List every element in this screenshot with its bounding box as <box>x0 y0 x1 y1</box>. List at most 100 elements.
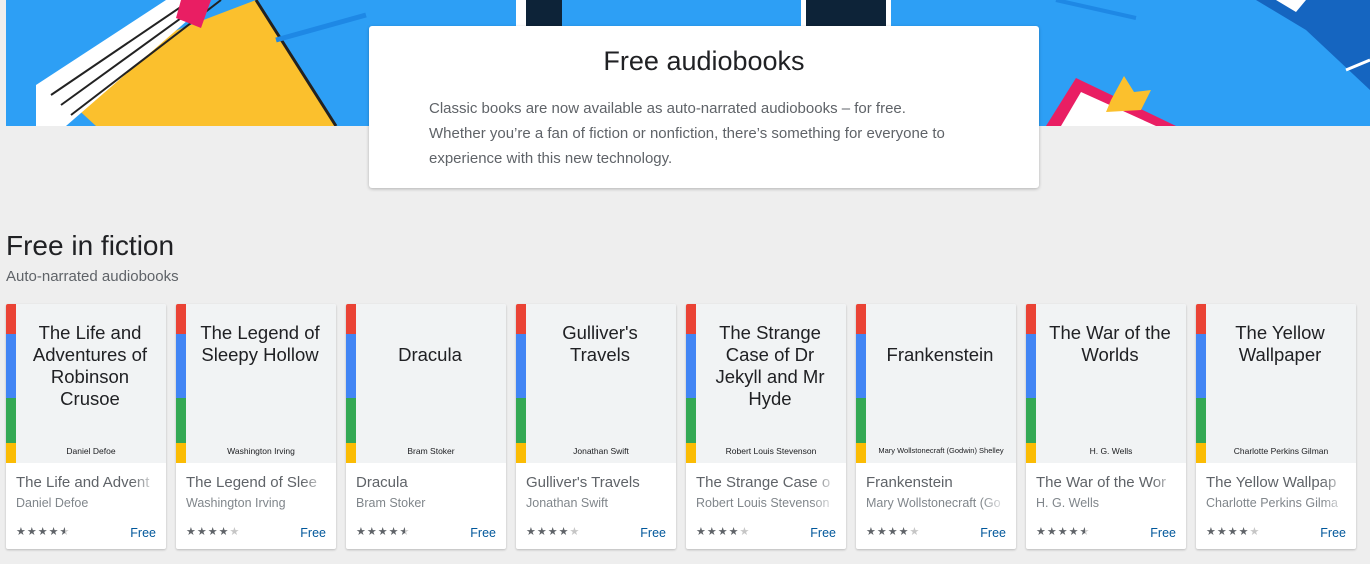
price-label: Free <box>300 526 326 540</box>
book-card[interactable]: The Yellow Wallpaper Charlotte Perkins G… <box>1196 304 1356 549</box>
star-rating: ★★★★★ <box>356 525 410 538</box>
cover-spine <box>686 304 696 463</box>
cover-spine <box>346 304 356 463</box>
book-title[interactable]: The Yellow Wallpap <box>1206 474 1348 491</box>
book-cover[interactable]: The Yellow Wallpaper Charlotte Perkins G… <box>1196 304 1356 463</box>
star-icon: ★ <box>706 526 718 538</box>
star-icon: ★ <box>717 526 729 538</box>
cover-title: The Strange Case of Dr Jekyll and Mr Hyd… <box>715 322 825 409</box>
intro-line: experience with this new technology. <box>429 150 673 167</box>
book-cover[interactable]: Gulliver's Travels Jonathan Swift <box>516 304 676 463</box>
cover-author: Daniel Defoe <box>66 446 116 456</box>
book-title[interactable]: Gulliver's Travels <box>526 474 668 491</box>
star-icon: ★ <box>526 526 537 538</box>
star-icon: ★ <box>1249 526 1261 538</box>
star-icon: ★ <box>366 526 378 538</box>
intro-line: Classic books are now available as auto-… <box>429 100 906 117</box>
star-icon: ★ <box>399 526 411 538</box>
cover-spine <box>1026 304 1036 463</box>
star-icon: ★ <box>196 526 208 538</box>
star-icon: ★ <box>218 526 230 538</box>
star-icon: ★ <box>569 526 581 538</box>
book-author[interactable]: Washington Irving <box>186 496 328 510</box>
star-icon: ★ <box>186 526 197 538</box>
star-icon: ★ <box>536 526 548 538</box>
book-title[interactable]: The Strange Case o <box>696 474 838 491</box>
star-icon: ★ <box>26 526 38 538</box>
book-cover[interactable]: Frankenstein Mary Wollstonecraft (Godwin… <box>856 304 1016 463</box>
star-icon: ★ <box>1206 526 1217 538</box>
intro-description: Classic books are now available as auto-… <box>429 96 979 171</box>
book-card[interactable]: The Legend of Sleepy Hollow Washington I… <box>176 304 336 549</box>
book-card[interactable]: The Life and Adventures of Robinson Crus… <box>6 304 166 549</box>
book-title[interactable]: Frankenstein <box>866 474 1008 491</box>
book-card[interactable]: Frankenstein Mary Wollstonecraft (Godwin… <box>856 304 1016 549</box>
star-icon: ★ <box>377 526 389 538</box>
star-icon: ★ <box>1227 526 1239 538</box>
book-card[interactable]: The Strange Case of Dr Jekyll and Mr Hyd… <box>686 304 846 549</box>
star-icon: ★ <box>728 526 740 538</box>
book-cover[interactable]: Dracula Bram Stoker <box>346 304 506 463</box>
star-icon: ★ <box>876 526 888 538</box>
book-card[interactable]: Gulliver's Travels Jonathan Swift Gulliv… <box>516 304 676 549</box>
cover-spine <box>516 304 526 463</box>
cover-author: Bram Stoker <box>407 446 455 456</box>
cover-author: H. G. Wells <box>1089 446 1133 456</box>
star-icon: ★ <box>1068 526 1080 538</box>
star-rating: ★★★★★ <box>186 525 240 538</box>
cover-author: Charlotte Perkins Gilman <box>1233 446 1329 456</box>
cover-author: Mary Wollstonecraft (Godwin) Shelley <box>878 446 1004 455</box>
book-cover[interactable]: The Strange Case of Dr Jekyll and Mr Hyd… <box>686 304 846 463</box>
star-rating: ★★★★★ <box>866 525 920 538</box>
book-cover[interactable]: The Legend of Sleepy Hollow Washington I… <box>176 304 336 463</box>
cover-spine <box>1196 304 1206 463</box>
book-author[interactable]: Bram Stoker <box>356 496 498 510</box>
star-icon: ★ <box>1046 526 1058 538</box>
star-icon: ★ <box>866 526 877 538</box>
book-author[interactable]: Mary Wollstonecraft (Go <box>866 496 1008 510</box>
star-icon: ★ <box>909 526 921 538</box>
star-icon: ★ <box>739 526 751 538</box>
intro-card: Free audiobooks Classic books are now av… <box>369 26 1039 188</box>
book-cover[interactable]: The Life and Adventures of Robinson Crus… <box>6 304 166 463</box>
book-title[interactable]: The Legend of Slee <box>186 474 328 491</box>
star-icon: ★ <box>37 526 49 538</box>
cover-author: Washington Irving <box>227 446 295 456</box>
intro-title: Free audiobooks <box>603 46 805 76</box>
book-card[interactable]: The War of the Worlds H. G. Wells The Wa… <box>1026 304 1186 549</box>
price-label: Free <box>470 526 496 540</box>
star-icon: ★ <box>59 526 71 538</box>
cover-title: The Yellow Wallpaper <box>1235 322 1325 365</box>
star-icon: ★ <box>16 526 27 538</box>
book-title[interactable]: The War of the Wor <box>1036 474 1178 491</box>
book-title[interactable]: Dracula <box>356 474 498 491</box>
section-title[interactable]: Free in fiction <box>6 230 174 262</box>
book-title[interactable]: The Life and Advent <box>16 474 158 491</box>
book-author[interactable]: H. G. Wells <box>1036 496 1178 510</box>
star-rating: ★★★★★ <box>1206 525 1260 538</box>
intro-line: Whether you’re a fan of fiction or nonfi… <box>429 125 945 142</box>
section-subtitle: Auto-narrated audiobooks <box>6 268 179 285</box>
cover-author: Robert Louis Stevenson <box>725 446 817 456</box>
cover-title: Gulliver's Travels <box>562 322 638 365</box>
book-card[interactable]: Dracula Bram Stoker Dracula Bram Stoker … <box>346 304 506 549</box>
cover-spine <box>6 304 16 463</box>
book-author[interactable]: Daniel Defoe <box>16 496 158 510</box>
book-author[interactable]: Charlotte Perkins Gilma <box>1206 496 1348 510</box>
star-rating: ★★★★★ <box>526 525 580 538</box>
star-icon: ★ <box>696 526 707 538</box>
cover-title: The Life and Adventures of Robinson Crus… <box>32 322 148 409</box>
star-icon: ★ <box>1238 526 1250 538</box>
star-icon: ★ <box>547 526 559 538</box>
star-icon: ★ <box>1216 526 1228 538</box>
star-icon: ★ <box>48 526 60 538</box>
star-icon: ★ <box>1057 526 1069 538</box>
cover-title: Dracula <box>398 344 462 365</box>
star-rating: ★★★★★ <box>16 525 70 538</box>
book-author[interactable]: Jonathan Swift <box>526 496 668 510</box>
book-cover[interactable]: The War of the Worlds H. G. Wells <box>1026 304 1186 463</box>
price-label: Free <box>1150 526 1176 540</box>
book-author[interactable]: Robert Louis Stevenson <box>696 496 838 510</box>
star-icon: ★ <box>558 526 570 538</box>
star-icon: ★ <box>207 526 219 538</box>
